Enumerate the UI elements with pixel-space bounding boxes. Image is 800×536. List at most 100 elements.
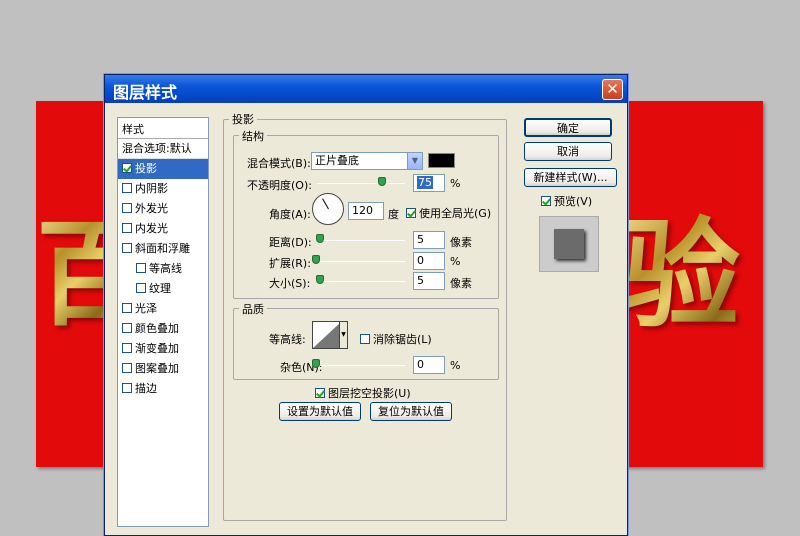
style-list-item-label: 光泽	[135, 302, 157, 315]
style-list-item-label: 渐变叠加	[135, 342, 179, 355]
style-checkbox-icon[interactable]	[136, 283, 146, 293]
global-light-check-icon[interactable]	[406, 208, 416, 218]
spread-slider-thumb[interactable]	[312, 255, 320, 264]
noise-slider-thumb[interactable]	[312, 359, 320, 368]
antialias-check-icon[interactable]	[360, 334, 370, 344]
angle-dial-hand	[322, 198, 329, 210]
spread-label: 扩展(R):	[269, 257, 311, 270]
opacity-label: 不透明度(O):	[247, 179, 312, 192]
style-checkbox-icon[interactable]	[122, 363, 132, 373]
global-light-checkbox[interactable]: 使用全局光(G)	[406, 205, 491, 221]
dialog-title: 图层样式	[113, 83, 178, 102]
size-slider-track[interactable]	[317, 281, 405, 282]
blend-mode-value: 正片叠底	[315, 154, 359, 167]
style-list-item-label: 等高线	[149, 262, 182, 275]
blend-mode-select[interactable]: 正片叠底 ▼	[311, 152, 423, 170]
noise-input[interactable]: 0	[413, 356, 445, 374]
style-list-item[interactable]: 内阴影	[118, 179, 208, 199]
style-list-item[interactable]: 颜色叠加	[118, 319, 208, 339]
style-list-item[interactable]: 投影	[118, 159, 208, 179]
dialog-titlebar[interactable]: 图层样式 ✕	[105, 75, 627, 103]
knockout-check-icon[interactable]	[315, 388, 325, 398]
spread-input[interactable]: 0	[413, 252, 445, 270]
noise-percent-unit: %	[450, 359, 461, 372]
opacity-slider-thumb[interactable]	[378, 177, 386, 186]
style-checkbox-icon[interactable]	[122, 183, 132, 193]
contour-picker[interactable]: ▼	[312, 321, 348, 349]
layer-style-dialog: 图层样式 ✕ 样式 混合选项:默认 投影 内阴影 外发光 内发光 斜面和浮雕 等高线 纹理 光泽…	[104, 74, 628, 536]
style-list-item-label: 投影	[135, 162, 157, 175]
gold-text-left: 百	[36, 205, 108, 345]
style-checkbox-icon[interactable]	[122, 383, 132, 393]
knockout-checkbox[interactable]: 图层挖空投影(U)	[315, 385, 411, 401]
style-list-item-label: 纹理	[149, 282, 171, 295]
style-list-item-label: 颜色叠加	[135, 322, 179, 335]
style-list-item-label: 图案叠加	[135, 362, 179, 375]
spread-percent-unit: %	[450, 255, 461, 268]
style-checkbox-icon[interactable]	[122, 163, 132, 173]
angle-label: 角度(A):	[269, 208, 311, 221]
structure-title: 结构	[239, 128, 267, 144]
size-slider-thumb[interactable]	[316, 275, 324, 284]
style-list-item[interactable]: 等高线	[118, 259, 208, 279]
drop-shadow-title: 投影	[229, 111, 257, 127]
distance-slider-track[interactable]	[317, 240, 405, 241]
style-list-item[interactable]: 渐变叠加	[118, 339, 208, 359]
preview-checkbox[interactable]: 预览(V)	[541, 193, 592, 209]
size-unit: 像素	[450, 277, 472, 290]
distance-label: 距离(D):	[269, 236, 312, 249]
angle-input[interactable]: 120	[348, 202, 384, 220]
cancel-button[interactable]: 取消	[524, 142, 612, 161]
opacity-percent-unit: %	[450, 177, 461, 190]
reset-default-button[interactable]: 复位为默认值	[370, 402, 452, 421]
opacity-input[interactable]: 75	[413, 174, 445, 192]
antialias-checkbox[interactable]: 消除锯齿(L)	[360, 331, 432, 347]
style-list-item-label: 描边	[135, 382, 157, 395]
style-list-item-label: 斜面和浮雕	[135, 242, 190, 255]
distance-input[interactable]: 5	[413, 231, 445, 249]
style-list-item[interactable]: 外发光	[118, 199, 208, 219]
style-checkbox-icon[interactable]	[122, 243, 132, 253]
chevron-down-icon[interactable]: ▼	[407, 153, 422, 169]
gold-text-right: 验	[622, 205, 741, 344]
size-label: 大小(S):	[269, 277, 311, 290]
style-list-item-label: 内阴影	[135, 182, 168, 195]
style-list-item[interactable]: 内发光	[118, 219, 208, 239]
new-style-button[interactable]: 新建样式(W)...	[524, 168, 617, 187]
style-checkbox-icon[interactable]	[122, 303, 132, 313]
style-checkbox-icon[interactable]	[122, 223, 132, 233]
chevron-down-icon[interactable]: ▼	[339, 322, 347, 348]
style-list-item-label: 混合选项:默认	[122, 142, 192, 155]
style-list-item[interactable]: 图案叠加	[118, 359, 208, 379]
style-checkbox-icon[interactable]	[122, 203, 132, 213]
contour-label: 等高线:	[269, 333, 306, 346]
style-list-item[interactable]: 纹理	[118, 279, 208, 299]
style-list-item[interactable]: 混合选项:默认	[118, 139, 208, 159]
ok-button[interactable]: 确定	[524, 118, 612, 137]
distance-slider-thumb[interactable]	[316, 234, 324, 243]
style-checkbox-icon[interactable]	[136, 263, 146, 273]
style-list: 样式 混合选项:默认投影内阴影外发光内发光斜面和浮雕等高线纹理光泽颜色叠加渐变叠…	[117, 117, 209, 527]
size-input[interactable]: 5	[413, 272, 445, 290]
angle-dial[interactable]	[312, 193, 344, 225]
distance-unit: 像素	[450, 236, 472, 249]
spread-slider-track[interactable]	[317, 261, 405, 262]
style-list-item[interactable]: 斜面和浮雕	[118, 239, 208, 259]
style-checkbox-icon[interactable]	[122, 323, 132, 333]
shadow-color-swatch[interactable]	[428, 153, 455, 168]
make-default-button[interactable]: 设置为默认值	[279, 402, 361, 421]
style-list-item-label: 内发光	[135, 222, 168, 235]
style-list-header[interactable]: 样式	[118, 118, 208, 139]
style-checkbox-icon[interactable]	[122, 343, 132, 353]
angle-degree-unit: 度	[388, 208, 399, 221]
preview-check-icon[interactable]	[541, 196, 551, 206]
style-list-item-label: 外发光	[135, 202, 168, 215]
contour-preview-icon	[313, 322, 341, 348]
style-list-item[interactable]: 光泽	[118, 299, 208, 319]
opacity-slider-track[interactable]	[317, 183, 405, 184]
noise-slider-track[interactable]	[317, 365, 405, 366]
quality-title: 品质	[239, 301, 267, 317]
style-list-item[interactable]: 描边	[118, 379, 208, 399]
preview-swatch	[554, 229, 584, 259]
close-icon[interactable]: ✕	[602, 79, 623, 100]
